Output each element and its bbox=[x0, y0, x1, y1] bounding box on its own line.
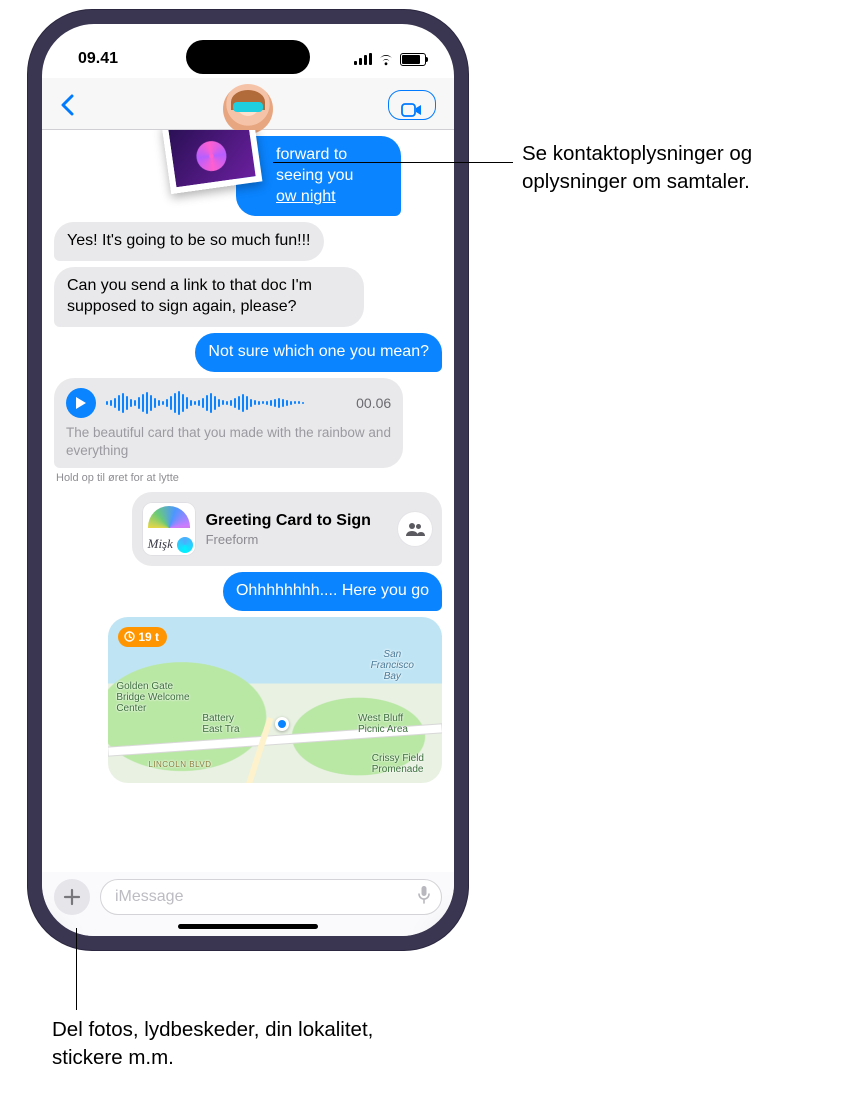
phone-screen: 09.41 Melody bbox=[42, 24, 454, 936]
raise-to-listen-hint: Hold op til øret for at lytte bbox=[56, 472, 179, 484]
status-time: 09.41 bbox=[78, 50, 118, 68]
location-pin-icon bbox=[275, 717, 289, 731]
card-app-name: Freeform bbox=[206, 532, 388, 547]
card-title: Greeting Card to Sign bbox=[206, 511, 388, 530]
play-button[interactable] bbox=[66, 388, 96, 418]
map-label: Crissy FieldPromenade bbox=[372, 753, 424, 775]
audio-waveform[interactable] bbox=[106, 391, 346, 415]
mic-icon bbox=[417, 885, 431, 905]
audio-transcript: The beautiful card that you made with th… bbox=[66, 424, 391, 460]
audio-message[interactable]: 00.06 The beautiful card that you made w… bbox=[54, 378, 403, 468]
message-sent[interactable]: Ohhhhhhhh.... Here you go bbox=[223, 572, 442, 611]
card-script: Mişk bbox=[148, 536, 173, 552]
plus-button[interactable] bbox=[54, 879, 90, 915]
map-label: San FranciscoBay bbox=[371, 649, 414, 682]
card-thumbnail: Mişk bbox=[142, 502, 196, 556]
audio-duration: 00.06 bbox=[356, 395, 391, 411]
facetime-button[interactable] bbox=[388, 90, 436, 120]
phone-frame: 09.41 Melody bbox=[28, 10, 468, 950]
message-input[interactable]: iMessage bbox=[100, 879, 442, 915]
callout-plus: Del fotos, lydbeskeder, din lokalitet, s… bbox=[52, 1016, 412, 1071]
message-text: forward to seeing you bbox=[276, 146, 353, 184]
callout-contact: Se kontaktoplysninger og oplysninger om … bbox=[522, 140, 852, 195]
message-received[interactable]: Yes! It's going to be so much fun!!! bbox=[54, 222, 324, 261]
freeform-app-icon bbox=[176, 536, 194, 554]
message-text: Not sure which one you mean? bbox=[208, 343, 429, 360]
battery-icon bbox=[400, 53, 426, 66]
input-placeholder: iMessage bbox=[115, 888, 417, 906]
map-label: Golden GateBridge WelcomeCenter bbox=[116, 681, 194, 714]
message-received[interactable]: Can you send a link to that doc I'm supp… bbox=[54, 267, 364, 327]
message-text: Yes! It's going to be so much fun!!! bbox=[67, 232, 311, 249]
message-text: Ohhhhhhhh.... Here you go bbox=[236, 582, 429, 599]
message-text: Can you send a link to that doc I'm supp… bbox=[67, 277, 312, 315]
play-icon bbox=[75, 396, 87, 410]
dictation-button[interactable] bbox=[417, 885, 431, 910]
location-message[interactable]: 19 t San FranciscoBay Golden GateBridge … bbox=[108, 617, 442, 783]
callout-leader bbox=[273, 162, 513, 163]
video-icon bbox=[401, 103, 423, 117]
back-button[interactable] bbox=[60, 84, 74, 121]
status-indicators bbox=[354, 53, 426, 66]
location-timer-badge: 19 t bbox=[118, 627, 167, 647]
people-icon bbox=[405, 522, 425, 536]
home-indicator[interactable] bbox=[178, 924, 318, 929]
plus-icon bbox=[63, 888, 81, 906]
map-label: LINCOLN BLVD bbox=[148, 760, 211, 769]
message-sent[interactable]: Not sure which one you mean? bbox=[195, 333, 442, 372]
callout-leader bbox=[76, 928, 77, 1010]
clock-icon bbox=[124, 631, 135, 642]
nav-header: Melody bbox=[42, 78, 454, 130]
notch bbox=[186, 40, 310, 74]
message-link[interactable]: ow night bbox=[276, 188, 336, 205]
map-label: BatteryEast Tra bbox=[202, 713, 239, 735]
wifi-icon bbox=[377, 53, 395, 66]
timer-text: 19 t bbox=[138, 630, 159, 644]
avatar bbox=[223, 84, 273, 134]
collaboration-button[interactable] bbox=[398, 512, 432, 546]
cellular-icon bbox=[354, 53, 372, 65]
freeform-card-message[interactable]: Mişk Greeting Card to Sign Freeform bbox=[132, 492, 442, 566]
message-sent-with-sticker[interactable]: forward to seeing you ow night bbox=[236, 136, 442, 216]
conversation-scroll[interactable]: forward to seeing you ow night Yes! It's… bbox=[42, 130, 454, 844]
map-label: West BluffPicnic Area bbox=[358, 713, 408, 735]
